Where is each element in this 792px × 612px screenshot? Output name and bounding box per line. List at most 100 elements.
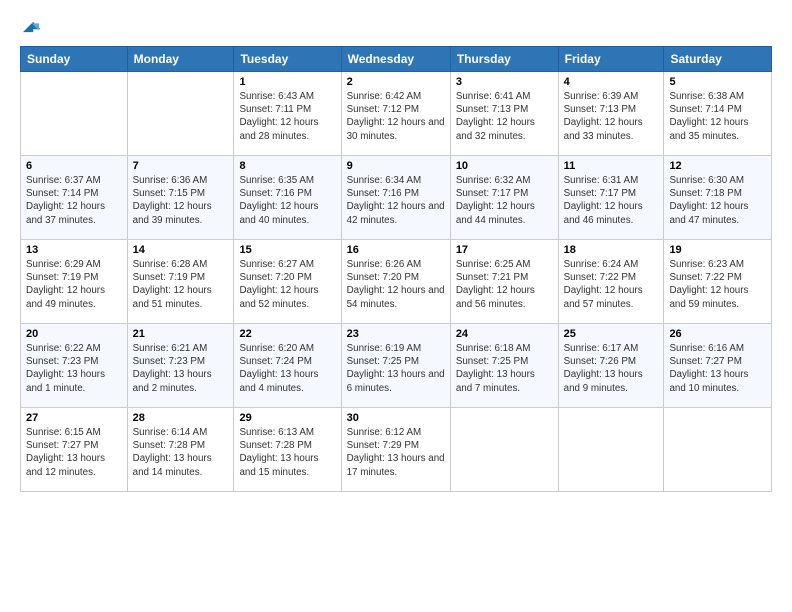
calendar-cell: 11 Sunrise: 6:31 AM Sunset: 7:17 PM Dayli… bbox=[558, 156, 664, 240]
calendar-cell bbox=[664, 408, 772, 492]
day-number: 23 bbox=[347, 328, 445, 340]
day-info: Sunrise: 6:31 AM Sunset: 7:17 PM Dayligh… bbox=[564, 174, 659, 227]
day-number: 13 bbox=[26, 244, 122, 256]
day-info: Sunrise: 6:43 AM Sunset: 7:11 PM Dayligh… bbox=[239, 90, 335, 143]
calendar-cell bbox=[21, 72, 128, 156]
day-info: Sunrise: 6:19 AM Sunset: 7:25 PM Dayligh… bbox=[347, 342, 445, 395]
calendar-cell: 9 Sunrise: 6:34 AM Sunset: 7:16 PM Daylig… bbox=[341, 156, 450, 240]
day-info: Sunrise: 6:22 AM Sunset: 7:23 PM Dayligh… bbox=[26, 342, 122, 395]
day-info: Sunrise: 6:18 AM Sunset: 7:25 PM Dayligh… bbox=[456, 342, 553, 395]
calendar-cell: 13 Sunrise: 6:29 AM Sunset: 7:19 PM Dayli… bbox=[21, 240, 128, 324]
day-number: 5 bbox=[669, 76, 766, 88]
calendar-cell bbox=[450, 408, 558, 492]
calendar-header-tuesday: Tuesday bbox=[234, 47, 341, 72]
calendar-cell: 22 Sunrise: 6:20 AM Sunset: 7:24 PM Dayli… bbox=[234, 324, 341, 408]
calendar-cell: 21 Sunrise: 6:21 AM Sunset: 7:23 PM Dayli… bbox=[127, 324, 234, 408]
day-info: Sunrise: 6:23 AM Sunset: 7:22 PM Dayligh… bbox=[669, 258, 766, 311]
day-info: Sunrise: 6:34 AM Sunset: 7:16 PM Dayligh… bbox=[347, 174, 445, 227]
calendar-cell: 2 Sunrise: 6:42 AM Sunset: 7:12 PM Daylig… bbox=[341, 72, 450, 156]
day-info: Sunrise: 6:21 AM Sunset: 7:23 PM Dayligh… bbox=[133, 342, 229, 395]
calendar-cell: 12Sunrise: 6:30 AM Sunset: 7:18 PM Dayli… bbox=[664, 156, 772, 240]
calendar-header-thursday: Thursday bbox=[450, 47, 558, 72]
day-number: 2 bbox=[347, 76, 445, 88]
calendar-week-row: 1 Sunrise: 6:43 AM Sunset: 7:11 PM Daylig… bbox=[21, 72, 772, 156]
calendar-week-row: 20 Sunrise: 6:22 AM Sunset: 7:23 PM Dayli… bbox=[21, 324, 772, 408]
calendar-cell: 3Sunrise: 6:41 AM Sunset: 7:13 PM Daylig… bbox=[450, 72, 558, 156]
calendar-cell: 20 Sunrise: 6:22 AM Sunset: 7:23 PM Dayli… bbox=[21, 324, 128, 408]
day-number: 7 bbox=[133, 160, 229, 172]
calendar-cell: 6 Sunrise: 6:37 AM Sunset: 7:14 PM Daylig… bbox=[21, 156, 128, 240]
calendar-header-row: SundayMondayTuesdayWednesdayThursdayFrid… bbox=[21, 47, 772, 72]
day-info: Sunrise: 6:32 AM Sunset: 7:17 PM Dayligh… bbox=[456, 174, 553, 227]
day-info: Sunrise: 6:30 AM Sunset: 7:18 PM Dayligh… bbox=[669, 174, 766, 227]
calendar-cell: 17 Sunrise: 6:25 AM Sunset: 7:21 PM Dayli… bbox=[450, 240, 558, 324]
calendar-week-row: 6 Sunrise: 6:37 AM Sunset: 7:14 PM Daylig… bbox=[21, 156, 772, 240]
day-number: 21 bbox=[133, 328, 229, 340]
calendar-cell: 28Sunrise: 6:14 AM Sunset: 7:28 PM Dayli… bbox=[127, 408, 234, 492]
day-number: 15 bbox=[239, 244, 335, 256]
day-info: Sunrise: 6:12 AM Sunset: 7:29 PM Dayligh… bbox=[347, 426, 445, 479]
day-number: 6 bbox=[26, 160, 122, 172]
calendar-cell: 15 Sunrise: 6:27 AM Sunset: 7:20 PM Dayli… bbox=[234, 240, 341, 324]
day-number: 20 bbox=[26, 328, 122, 340]
calendar-cell: 8 Sunrise: 6:35 AM Sunset: 7:16 PM Daylig… bbox=[234, 156, 341, 240]
logo-icon bbox=[20, 16, 42, 38]
day-number: 24 bbox=[456, 328, 553, 340]
calendar-cell: 10 Sunrise: 6:32 AM Sunset: 7:17 PM Dayli… bbox=[450, 156, 558, 240]
day-number: 26 bbox=[669, 328, 766, 340]
header bbox=[20, 16, 772, 38]
day-info: Sunrise: 6:37 AM Sunset: 7:14 PM Dayligh… bbox=[26, 174, 122, 227]
calendar-cell bbox=[558, 408, 664, 492]
calendar-cell: 29 Sunrise: 6:13 AM Sunset: 7:28 PM Dayli… bbox=[234, 408, 341, 492]
calendar-cell: 27 Sunrise: 6:15 AM Sunset: 7:27 PM Dayli… bbox=[21, 408, 128, 492]
day-info: Sunrise: 6:15 AM Sunset: 7:27 PM Dayligh… bbox=[26, 426, 122, 479]
calendar-header-friday: Friday bbox=[558, 47, 664, 72]
day-number: 10 bbox=[456, 160, 553, 172]
day-info: Sunrise: 6:27 AM Sunset: 7:20 PM Dayligh… bbox=[239, 258, 335, 311]
calendar-cell: 23 Sunrise: 6:19 AM Sunset: 7:25 PM Dayli… bbox=[341, 324, 450, 408]
calendar-cell: 30Sunrise: 6:12 AM Sunset: 7:29 PM Dayli… bbox=[341, 408, 450, 492]
calendar-cell: 1 Sunrise: 6:43 AM Sunset: 7:11 PM Daylig… bbox=[234, 72, 341, 156]
calendar-cell: 14Sunrise: 6:28 AM Sunset: 7:19 PM Dayli… bbox=[127, 240, 234, 324]
day-info: Sunrise: 6:28 AM Sunset: 7:19 PM Dayligh… bbox=[133, 258, 229, 311]
calendar-week-row: 27 Sunrise: 6:15 AM Sunset: 7:27 PM Dayli… bbox=[21, 408, 772, 492]
day-number: 18 bbox=[564, 244, 659, 256]
day-info: Sunrise: 6:13 AM Sunset: 7:28 PM Dayligh… bbox=[239, 426, 335, 479]
calendar-header-wednesday: Wednesday bbox=[341, 47, 450, 72]
calendar-cell bbox=[127, 72, 234, 156]
day-number: 22 bbox=[239, 328, 335, 340]
day-info: Sunrise: 6:20 AM Sunset: 7:24 PM Dayligh… bbox=[239, 342, 335, 395]
day-number: 4 bbox=[564, 76, 659, 88]
day-number: 1 bbox=[239, 76, 335, 88]
day-info: Sunrise: 6:14 AM Sunset: 7:28 PM Dayligh… bbox=[133, 426, 229, 479]
calendar-week-row: 13 Sunrise: 6:29 AM Sunset: 7:19 PM Dayli… bbox=[21, 240, 772, 324]
calendar-table: SundayMondayTuesdayWednesdayThursdayFrid… bbox=[20, 46, 772, 492]
day-info: Sunrise: 6:36 AM Sunset: 7:15 PM Dayligh… bbox=[133, 174, 229, 227]
calendar-cell: 16Sunrise: 6:26 AM Sunset: 7:20 PM Dayli… bbox=[341, 240, 450, 324]
day-info: Sunrise: 6:35 AM Sunset: 7:16 PM Dayligh… bbox=[239, 174, 335, 227]
day-info: Sunrise: 6:42 AM Sunset: 7:12 PM Dayligh… bbox=[347, 90, 445, 143]
day-number: 11 bbox=[564, 160, 659, 172]
day-info: Sunrise: 6:29 AM Sunset: 7:19 PM Dayligh… bbox=[26, 258, 122, 311]
day-number: 8 bbox=[239, 160, 335, 172]
day-info: Sunrise: 6:39 AM Sunset: 7:13 PM Dayligh… bbox=[564, 90, 659, 143]
day-number: 9 bbox=[347, 160, 445, 172]
day-info: Sunrise: 6:25 AM Sunset: 7:21 PM Dayligh… bbox=[456, 258, 553, 311]
day-info: Sunrise: 6:26 AM Sunset: 7:20 PM Dayligh… bbox=[347, 258, 445, 311]
calendar-header-saturday: Saturday bbox=[664, 47, 772, 72]
day-info: Sunrise: 6:16 AM Sunset: 7:27 PM Dayligh… bbox=[669, 342, 766, 395]
day-number: 25 bbox=[564, 328, 659, 340]
day-info: Sunrise: 6:24 AM Sunset: 7:22 PM Dayligh… bbox=[564, 258, 659, 311]
calendar-header-sunday: Sunday bbox=[21, 47, 128, 72]
day-info: Sunrise: 6:38 AM Sunset: 7:14 PM Dayligh… bbox=[669, 90, 766, 143]
day-number: 19 bbox=[669, 244, 766, 256]
calendar-cell: 7 Sunrise: 6:36 AM Sunset: 7:15 PM Daylig… bbox=[127, 156, 234, 240]
calendar-header-monday: Monday bbox=[127, 47, 234, 72]
day-number: 29 bbox=[239, 412, 335, 424]
day-number: 17 bbox=[456, 244, 553, 256]
calendar-cell: 24 Sunrise: 6:18 AM Sunset: 7:25 PM Dayli… bbox=[450, 324, 558, 408]
logo bbox=[20, 16, 46, 38]
day-number: 27 bbox=[26, 412, 122, 424]
calendar-cell: 18 Sunrise: 6:24 AM Sunset: 7:22 PM Dayli… bbox=[558, 240, 664, 324]
day-info: Sunrise: 6:41 AM Sunset: 7:13 PM Dayligh… bbox=[456, 90, 553, 143]
